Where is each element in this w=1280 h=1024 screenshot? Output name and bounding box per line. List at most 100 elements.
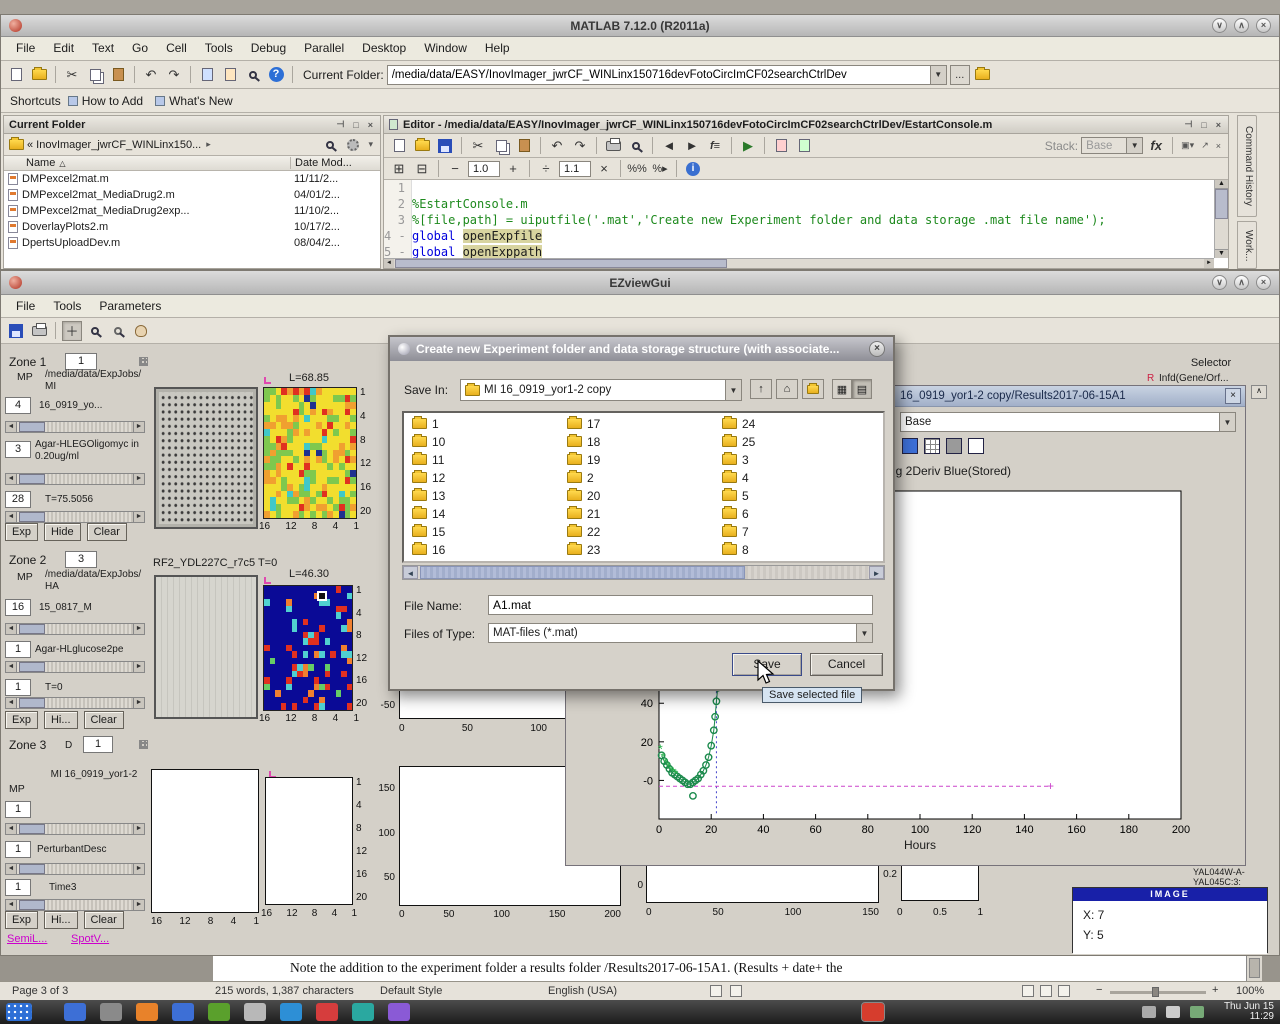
file-name-input[interactable] bbox=[488, 595, 873, 615]
menu-item[interactable]: Parallel bbox=[295, 38, 353, 59]
code-line[interactable]: 1 bbox=[384, 180, 1214, 196]
zone2-mp-count[interactable]: 16 bbox=[5, 599, 31, 616]
scroll-up-arrow[interactable]: ▲ bbox=[1215, 180, 1228, 189]
undo-icon[interactable]: ↶ bbox=[141, 65, 161, 85]
folder-item[interactable]: 6 bbox=[722, 507, 755, 520]
combo-arrow-icon[interactable]: ▼ bbox=[930, 66, 946, 84]
name-column-header[interactable]: Name bbox=[4, 157, 55, 169]
folder-item[interactable]: 3 bbox=[722, 453, 755, 466]
combo-arrow-icon[interactable]: ▼ bbox=[725, 380, 741, 400]
folder-item[interactable]: 17 bbox=[567, 417, 600, 430]
start-menu-icon[interactable] bbox=[6, 1003, 32, 1021]
taskbar-app-icon[interactable] bbox=[136, 1003, 158, 1021]
scroll-left-arrow[interactable]: ◄ bbox=[384, 259, 394, 268]
ezview-titlebar[interactable]: EZviewGui ∨ ∧ × bbox=[1, 271, 1279, 295]
taskbar-app-icon[interactable] bbox=[352, 1003, 374, 1021]
shortcut-item[interactable]: What's New bbox=[155, 94, 233, 108]
zone1-media-count[interactable]: 3 bbox=[5, 441, 31, 458]
scroll-down-arrow[interactable]: ▼ bbox=[1215, 249, 1228, 258]
code-line[interactable]: 4 -global openExpfile bbox=[384, 228, 1214, 244]
stack-combo[interactable]: Base ▼ bbox=[1081, 137, 1143, 154]
print-icon[interactable] bbox=[29, 321, 49, 341]
selector-item[interactable]: Infd(Gene/Orf... bbox=[1159, 373, 1273, 384]
pan-icon[interactable] bbox=[131, 321, 151, 341]
profiler-icon[interactable] bbox=[243, 65, 263, 85]
zone1-mp-count[interactable]: 4 bbox=[5, 397, 31, 414]
scroll-thumb[interactable] bbox=[420, 566, 745, 579]
folder-item[interactable]: 2 bbox=[567, 471, 600, 484]
zone2-media-count[interactable]: 1 bbox=[5, 641, 31, 658]
sort-ascending-icon[interactable]: △ bbox=[55, 159, 65, 168]
folder-item[interactable]: 15 bbox=[412, 525, 445, 538]
redo-icon[interactable]: ↷ bbox=[164, 65, 184, 85]
folder-item[interactable]: 11 bbox=[412, 453, 445, 466]
divide-icon[interactable]: ÷ bbox=[536, 159, 556, 179]
shortcut-item[interactable]: How to Add bbox=[68, 94, 143, 108]
code-line[interactable]: 2%EstartConsole.m bbox=[384, 196, 1214, 212]
editor-save-icon[interactable] bbox=[435, 136, 455, 156]
function-browser-icon[interactable]: f≡ bbox=[705, 136, 725, 156]
forward-arrow-icon[interactable]: ► bbox=[682, 136, 702, 156]
editor-horizontal-scrollbar[interactable]: ◄ ► bbox=[384, 258, 1214, 268]
new-folder-button[interactable] bbox=[802, 379, 824, 399]
editor-paste-icon[interactable] bbox=[514, 136, 534, 156]
file-row[interactable]: DoverlayPlots2.m 10/17/2... bbox=[4, 219, 380, 235]
scroll-thumb[interactable] bbox=[1215, 189, 1228, 219]
zone-button[interactable]: Exp bbox=[5, 711, 38, 729]
zone2-time-count[interactable]: 1 bbox=[5, 679, 31, 696]
breadcrumb-expand-icon[interactable]: ▸ bbox=[204, 139, 213, 150]
up-folder-icon[interactable] bbox=[973, 65, 993, 85]
scroll-right-arrow[interactable]: ► bbox=[869, 566, 884, 579]
folder-item[interactable]: 1 bbox=[412, 417, 445, 430]
zone-button[interactable]: Exp bbox=[5, 911, 38, 929]
zone-button[interactable]: Hi... bbox=[44, 711, 78, 729]
editor-copy-icon[interactable] bbox=[491, 136, 511, 156]
file-row[interactable]: DMPexcel2mat.m 11/11/2... bbox=[4, 171, 380, 187]
zone1-mp-scrollbar[interactable]: ◄► bbox=[5, 421, 145, 433]
taskbar-app-icon[interactable] bbox=[388, 1003, 410, 1021]
menu-item[interactable]: Tools bbox=[44, 296, 90, 317]
breakpoint-icon[interactable] bbox=[771, 136, 791, 156]
publish-icon[interactable]: %▸ bbox=[650, 159, 670, 179]
scroll-left-arrow[interactable]: ◄ bbox=[403, 566, 418, 579]
zone-button[interactable]: Clear bbox=[84, 911, 124, 929]
zone1-number-field[interactable]: 1 bbox=[65, 353, 97, 370]
writer-vertical-scrollbar[interactable] bbox=[1246, 956, 1262, 981]
minimize-button[interactable]: ∨ bbox=[1212, 18, 1227, 33]
gene-list-item[interactable]: YAL044W-A- bbox=[1193, 867, 1245, 877]
help-icon[interactable]: ? bbox=[266, 65, 286, 85]
folder-item[interactable]: 5 bbox=[722, 489, 755, 502]
folder-item[interactable]: 21 bbox=[567, 507, 600, 520]
folder-item[interactable]: 25 bbox=[722, 435, 755, 448]
zoom-level[interactable]: 100% bbox=[1236, 985, 1264, 997]
list-view-button[interactable]: ▤ bbox=[852, 379, 872, 399]
cell-divide-icon[interactable]: ⊟ bbox=[412, 159, 432, 179]
zone3-plot-left[interactable] bbox=[151, 769, 259, 913]
cut-icon[interactable]: ✂ bbox=[62, 65, 82, 85]
cell-insert-icon[interactable]: ⊞ bbox=[389, 159, 409, 179]
menu-item[interactable]: Tools bbox=[196, 38, 242, 59]
editor-popout-icon[interactable]: ↗ bbox=[1199, 140, 1211, 151]
new-file-icon[interactable] bbox=[6, 65, 26, 85]
zone3-perturbant-scrollbar[interactable]: ◄► bbox=[5, 863, 145, 875]
menu-item[interactable]: Go bbox=[123, 38, 157, 59]
zone2-number-field[interactable]: 3 bbox=[65, 551, 97, 568]
zone2-media-scrollbar[interactable]: ◄► bbox=[5, 661, 145, 673]
file-row[interactable]: DMPexcel2mat_MediaDrug2.m 04/01/2... bbox=[4, 187, 380, 203]
back-arrow-icon[interactable]: ◄ bbox=[659, 136, 679, 156]
dock-icon[interactable]: ⊣ bbox=[334, 119, 346, 130]
editor-vertical-scrollbar[interactable]: ▲ ▼ bbox=[1214, 180, 1228, 258]
save-in-combo[interactable]: MI 16_0919_yor1-2 copy ▼ bbox=[460, 379, 742, 401]
indent-value-field[interactable]: 1.0 bbox=[468, 161, 500, 177]
active-app-icon[interactable] bbox=[862, 1003, 884, 1021]
editor-layout-icon[interactable]: ▣▾ bbox=[1179, 140, 1196, 151]
combo-arrow-icon[interactable]: ▼ bbox=[856, 624, 872, 642]
multi-page-view-icon[interactable] bbox=[1040, 985, 1052, 997]
scroll-right-arrow[interactable]: ► bbox=[1204, 259, 1214, 268]
increase-indent-icon[interactable]: + bbox=[503, 159, 523, 179]
grid-view-button[interactable]: ▦ bbox=[832, 379, 852, 399]
zoom-out-button[interactable]: − bbox=[1096, 984, 1102, 996]
multiply-icon[interactable]: × bbox=[594, 159, 614, 179]
zone2-heatmap[interactable] bbox=[263, 585, 353, 711]
run-icon[interactable]: ▶ bbox=[738, 136, 758, 156]
